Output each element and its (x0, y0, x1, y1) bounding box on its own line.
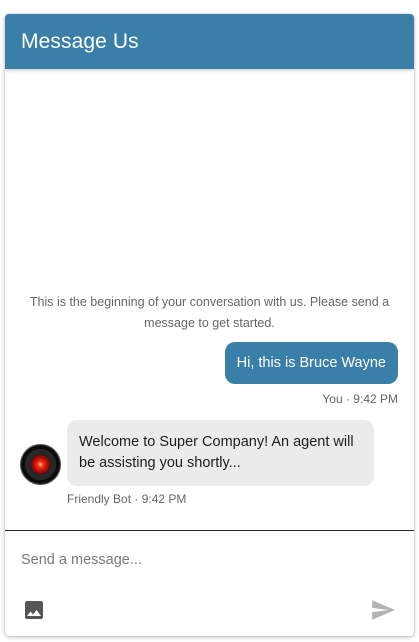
incoming-message-bubble: Welcome to Super Company! An agent will … (67, 420, 374, 486)
chat-widget: Message Us This is the beginning of your… (5, 14, 414, 636)
send-icon (372, 600, 395, 620)
message-list[interactable]: This is the beginning of your conversati… (5, 69, 414, 530)
chat-title: Message Us (21, 29, 139, 53)
bot-avatar (20, 444, 61, 485)
bot-avatar-eye-icon (31, 455, 50, 474)
chat-header: Message Us (5, 14, 414, 69)
message-input[interactable] (21, 549, 381, 571)
conversation-intro: This is the beginning of your conversati… (29, 295, 390, 330)
outgoing-message-bubble: Hi, this is Bruce Wayne (224, 342, 398, 384)
attach-image-button[interactable] (22, 598, 46, 622)
outgoing-message-meta: You · 9:42 PM (322, 392, 398, 406)
image-icon (25, 601, 43, 619)
send-button[interactable] (370, 597, 396, 623)
incoming-message-meta: Friendly Bot · 9:42 PM (67, 492, 187, 506)
message-composer (5, 530, 414, 636)
